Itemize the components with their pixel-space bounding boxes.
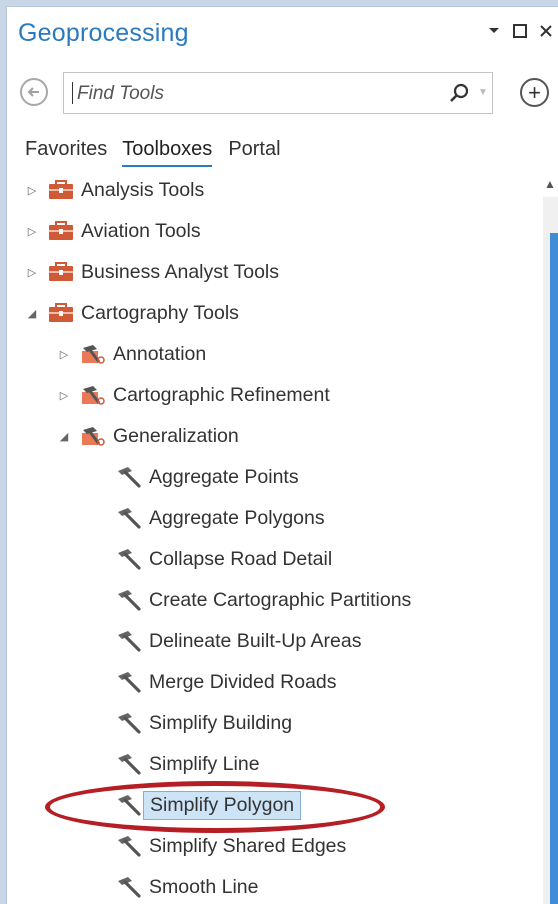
tool-item[interactable]: Simplify Polygon: [107, 786, 302, 824]
tree-item-label: Business Analyst Tools: [81, 260, 279, 283]
tool-item[interactable]: Simplify Building: [107, 704, 292, 742]
maximize-button[interactable]: [511, 21, 529, 41]
tree-item-label: Aggregate Polygons: [149, 506, 325, 529]
tree-item-label: Cartographic Refinement: [113, 383, 330, 406]
tree-item-label: Aviation Tools: [81, 219, 201, 242]
collapse-icon[interactable]: ◢: [25, 307, 39, 320]
hammer-icon: [115, 794, 143, 816]
hammer-icon: [115, 630, 143, 652]
expand-icon[interactable]: ▷: [57, 389, 71, 402]
geoprocessing-pane: Geoprocessing ▼ + Favorites Toolboxes Po…: [6, 6, 558, 904]
toolset-item[interactable]: ▷ Annotation: [57, 335, 206, 373]
tool-item[interactable]: Merge Divided Roads: [107, 663, 337, 701]
tab-favorites[interactable]: Favorites: [25, 138, 116, 167]
window-controls: [485, 21, 555, 41]
hammer-icon: [115, 835, 143, 857]
maximize-icon: [513, 24, 527, 38]
scroll-up-arrow[interactable]: ▲: [544, 177, 556, 191]
toolbox-icon: [47, 220, 75, 242]
chevron-down-icon: [489, 28, 499, 33]
hammer-icon: [115, 507, 143, 529]
expand-icon[interactable]: ▷: [57, 348, 71, 361]
tree-item-label: Simplify Polygon: [143, 790, 302, 820]
toolset-icon: [79, 384, 107, 406]
tool-item[interactable]: Collapse Road Detail: [107, 540, 332, 578]
toolset-item[interactable]: ◢ Generalization: [57, 417, 239, 455]
toolbox-item[interactable]: ▷ Business Analyst Tools: [25, 253, 279, 291]
search-input[interactable]: [75, 80, 429, 108]
close-button[interactable]: [537, 21, 555, 41]
collapse-icon[interactable]: ◢: [57, 430, 71, 443]
tree-item-label: Merge Divided Roads: [149, 670, 337, 693]
tree-item-label: Annotation: [113, 342, 207, 365]
tree-item-label: Simplify Line: [149, 752, 260, 775]
tool-item[interactable]: Smooth Line: [107, 868, 259, 904]
tool-item[interactable]: Create Cartographic Partitions: [107, 581, 411, 619]
tab-bar: Favorites Toolboxes Portal: [25, 138, 296, 167]
pane-options-button[interactable]: [485, 21, 503, 41]
tree-item-label: Create Cartographic Partitions: [149, 588, 412, 611]
tab-portal[interactable]: Portal: [228, 138, 289, 167]
hammer-icon: [115, 466, 143, 488]
tree-item-label: Simplify Shared Edges: [149, 834, 347, 857]
expand-icon[interactable]: ▷: [25, 225, 39, 238]
toolset-icon: [79, 343, 107, 365]
tree-item-label: Aggregate Points: [149, 465, 299, 488]
toolbox-icon: [47, 261, 75, 283]
tool-item[interactable]: Simplify Line: [107, 745, 260, 783]
toolbox-item[interactable]: ▷ Aviation Tools: [25, 212, 201, 250]
search-icon[interactable]: [448, 82, 470, 104]
expand-icon[interactable]: ▷: [25, 266, 39, 279]
tree-item-label: Simplify Building: [149, 711, 293, 734]
tool-item[interactable]: Aggregate Points: [107, 458, 299, 496]
tree-item-label: Cartography Tools: [81, 301, 239, 324]
tree-item-label: Smooth Line: [149, 875, 259, 898]
search-box[interactable]: ▼: [63, 72, 493, 114]
search-dropdown-icon[interactable]: ▼: [478, 87, 488, 98]
tree-item-label: Collapse Road Detail: [149, 547, 333, 570]
scrollbar-thumb[interactable]: [550, 233, 558, 904]
text-cursor: [72, 82, 73, 104]
tool-item[interactable]: Simplify Shared Edges: [107, 827, 346, 865]
toolset-item[interactable]: ▷ Cartographic Refinement: [57, 376, 330, 414]
tree-item-label: Analysis Tools: [81, 178, 205, 201]
close-icon: [540, 25, 552, 37]
plus-icon: +: [528, 79, 541, 105]
expand-icon[interactable]: ▷: [25, 184, 39, 197]
hammer-icon: [115, 671, 143, 693]
toolbox-icon: [47, 179, 75, 201]
toolbox-item[interactable]: ◢ Cartography Tools: [25, 294, 239, 332]
toolbox-icon: [47, 302, 75, 324]
tree-item-label: Delineate Built-Up Areas: [149, 629, 362, 652]
tree-item-label: Generalization: [113, 424, 239, 447]
hammer-icon: [115, 876, 143, 898]
tool-item[interactable]: Delineate Built-Up Areas: [107, 622, 361, 660]
back-button[interactable]: [20, 78, 48, 106]
tab-toolboxes[interactable]: Toolboxes: [122, 138, 213, 167]
hammer-icon: [115, 753, 143, 775]
hammer-icon: [115, 548, 143, 570]
tool-item[interactable]: Aggregate Polygons: [107, 499, 325, 537]
pane-title: Geoprocessing: [18, 19, 189, 47]
hammer-icon: [115, 589, 143, 611]
back-arrow-icon: [27, 87, 39, 97]
add-button[interactable]: +: [520, 78, 549, 107]
hammer-icon: [115, 712, 143, 734]
toolset-icon: [79, 425, 107, 447]
toolbox-item[interactable]: ▷ Analysis Tools: [25, 171, 204, 209]
